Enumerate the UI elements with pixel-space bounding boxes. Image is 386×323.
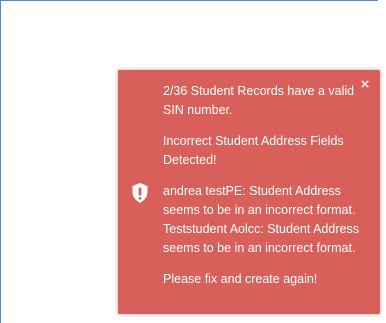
error-toast: × 2/36 Student Records have a valid SIN … (118, 70, 380, 314)
toast-message-fix: Please fix and create again! (163, 272, 318, 286)
toast-message-address-details: andrea testPE: Student Address seems to … (163, 184, 359, 255)
toast-message-sin-records: 2/36 Student Records have a valid SIN nu… (163, 84, 355, 117)
shield-exclamation-icon (131, 182, 149, 204)
toast-message-address-detected: Incorrect Student Address Fields Detecte… (163, 134, 344, 167)
toast-message-body: 2/36 Student Records have a valid SIN nu… (163, 82, 363, 289)
content-panel: × 2/36 Student Records have a valid SIN … (0, 0, 380, 323)
